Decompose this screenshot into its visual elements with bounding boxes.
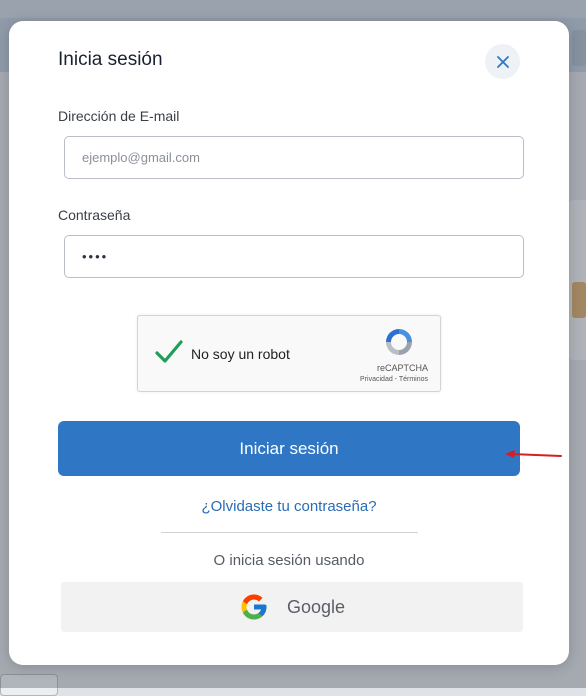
recaptcha-links[interactable]: Privacidad - Términos [360,376,428,383]
login-modal: Inicia sesión Dirección de E-mail Contra… [9,21,569,665]
password-field[interactable] [64,235,524,278]
google-icon [241,594,267,620]
close-button[interactable] [485,44,520,79]
modal-title: Inicia sesión [58,49,163,70]
login-submit-button[interactable]: Iniciar sesión [58,421,520,476]
google-login-label: Google [286,596,346,617]
close-icon [496,55,509,68]
divider [161,532,418,533]
recaptcha-label: No soy un robot [191,346,290,362]
google-login-button[interactable]: Google [61,582,523,632]
email-field[interactable] [64,136,524,179]
forgot-password-link[interactable]: ¿Olvidaste tu contraseña? [9,498,569,515]
email-label: Dirección de E-mail [58,108,180,124]
recaptcha-logo-icon [386,329,412,355]
annotation-arrow-icon [505,450,562,458]
alt-login-text: O inicia sesión usando [213,552,365,569]
recaptcha-widget: No soy un robot reCAPTCHA Privacidad - T… [137,315,441,392]
checkmark-icon[interactable] [154,338,184,366]
recaptcha-brand: reCAPTCHA [376,363,428,373]
password-label: Contraseña [58,207,131,223]
